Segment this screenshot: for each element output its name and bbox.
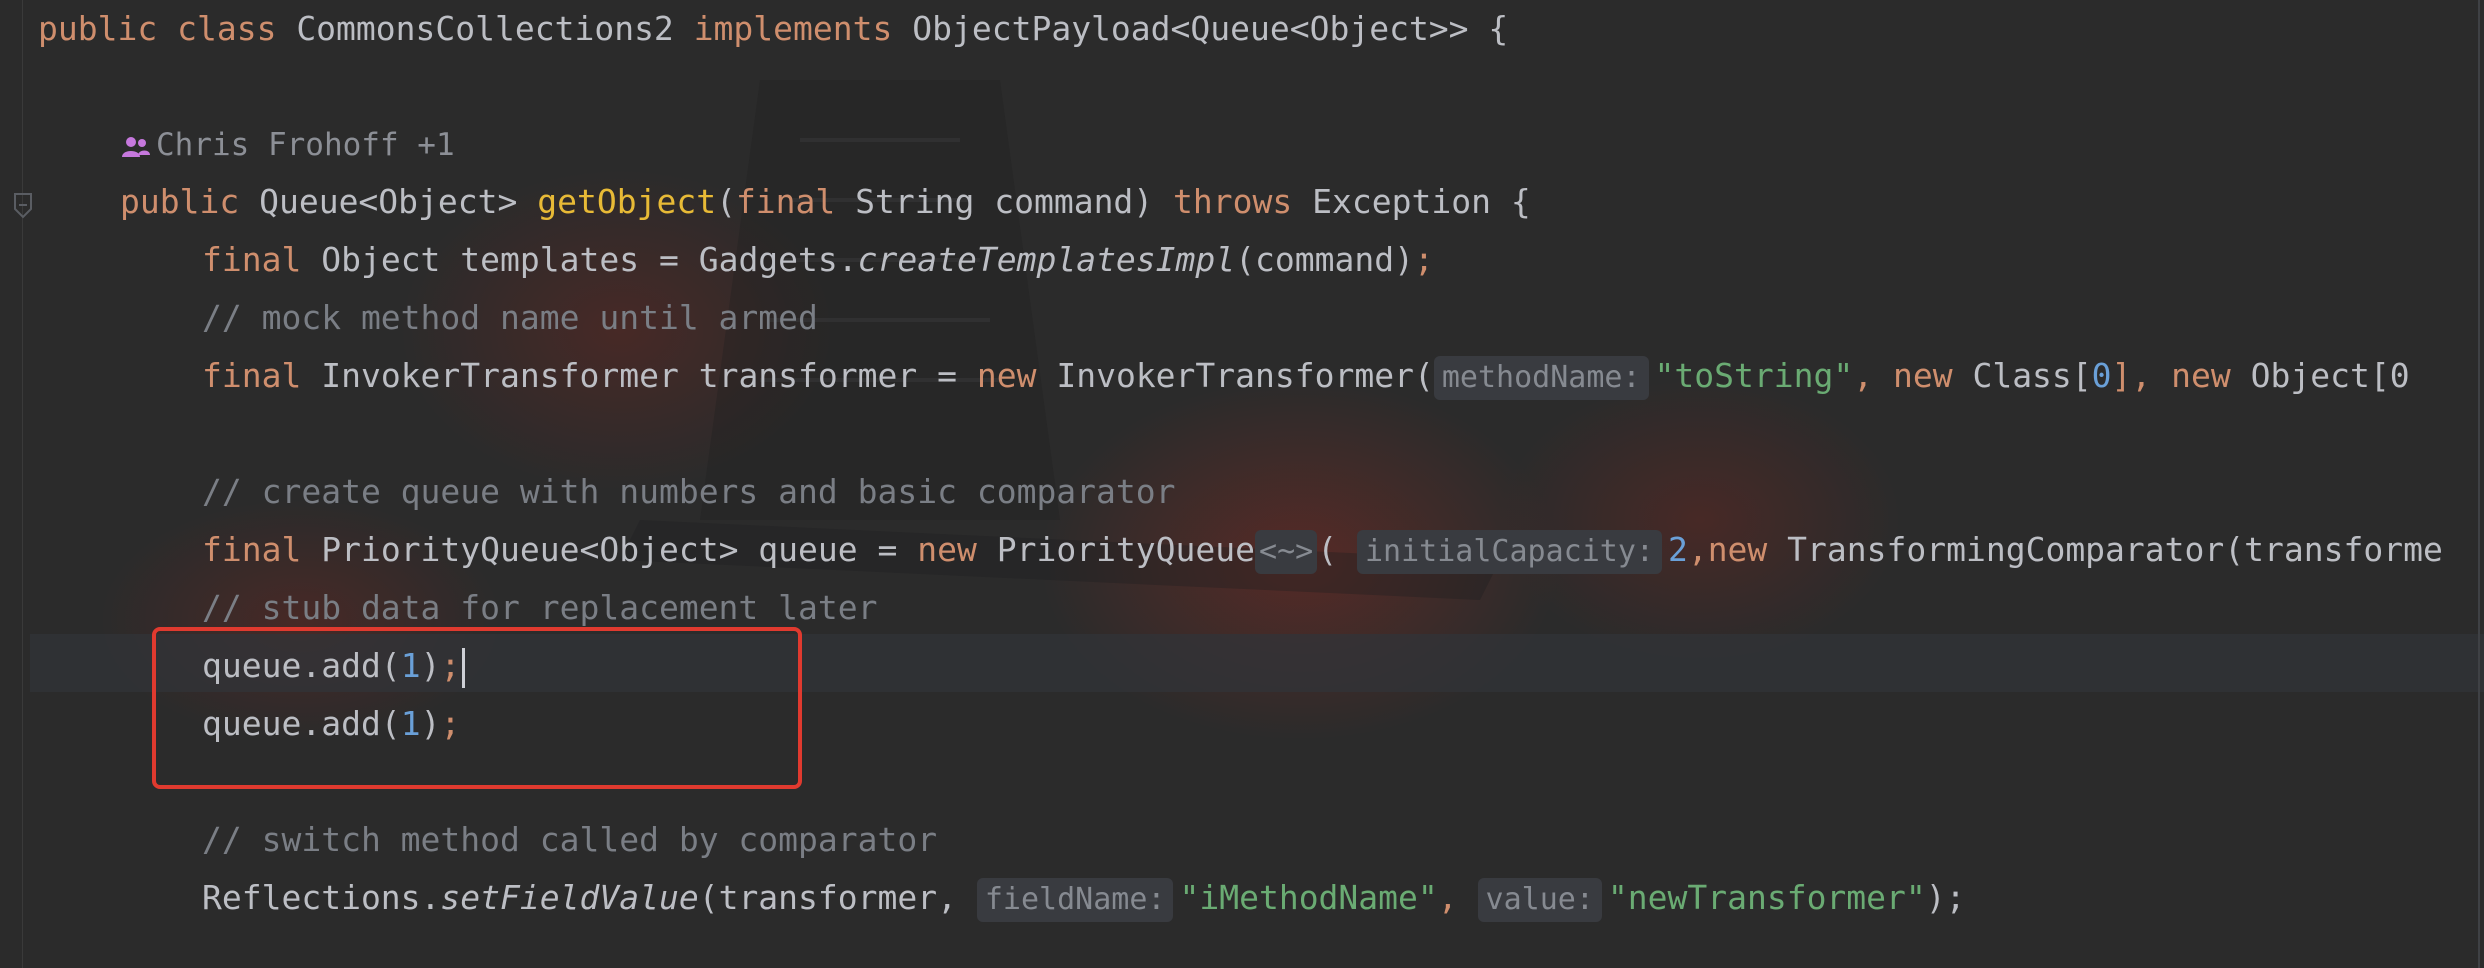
users-icon <box>122 136 150 157</box>
exception-type: Exception { <box>1312 182 1531 221</box>
code-line-method-signature[interactable]: public Queue<Object> getObject(final Str… <box>120 173 1531 231</box>
scrollbar-edge[interactable] <box>2478 0 2480 968</box>
keyword: public <box>38 9 158 48</box>
gutter <box>0 0 30 968</box>
number-literal: 2 <box>1667 530 1688 569</box>
separator: , <box>1437 878 1478 917</box>
code-line-transformer[interactable]: final InvokerTransformer transformer = n… <box>202 347 2410 405</box>
keyword: final <box>202 530 302 569</box>
separator: , <box>1687 530 1708 569</box>
declaration: InvokerTransformer transformer = <box>321 356 977 395</box>
class-name: CommonsCollections2 <box>296 9 674 48</box>
method-name: getObject <box>537 182 717 221</box>
class-ref: Reflections. <box>202 878 441 917</box>
arguments: (transformer, <box>698 878 977 917</box>
keyword: final <box>735 182 836 221</box>
separator: ], <box>2111 356 2172 395</box>
separator: , <box>1853 356 1893 395</box>
class-ref: Object[0 <box>2250 356 2410 395</box>
string-literal: "iMethodName" <box>1179 878 1438 917</box>
static-call: setFieldValue <box>440 878 699 917</box>
keyword: implements <box>693 9 893 48</box>
keyword: public <box>120 182 240 221</box>
code-line-reflection[interactable]: Reflections.setFieldValue(transformer, f… <box>202 869 1966 927</box>
code-editor[interactable]: public class CommonsCollections2 impleme… <box>0 0 2484 968</box>
keyword: final <box>202 356 302 395</box>
declaration: PriorityQueue<Object> queue = <box>321 530 918 569</box>
return-type: Queue<Object> <box>259 182 518 221</box>
parameter-hint: value: <box>1477 877 1602 922</box>
code-author-hint[interactable]: Chris Frohoff +1 <box>120 116 455 174</box>
declaration: Object templates = Gadgets. <box>321 240 858 279</box>
author-names: Chris Frohoff +1 <box>156 127 455 163</box>
class-ref: Class[ <box>1972 356 2092 395</box>
code-line-templates[interactable]: final Object templates = Gadgets.createT… <box>202 231 1434 289</box>
paren: ( <box>1317 530 1338 569</box>
number-literal: 0 <box>2091 356 2112 395</box>
parameter-hint: methodName: <box>1433 355 1649 400</box>
annotation-highlight-box <box>152 627 802 789</box>
keyword: new <box>2171 356 2231 395</box>
code-comment[interactable]: // create queue with numbers and basic c… <box>202 463 1176 521</box>
semicolon: ; <box>1413 240 1434 279</box>
code-comment[interactable]: // mock method name until armed <box>202 289 818 347</box>
keyword: throws <box>1173 182 1293 221</box>
string-literal: "toString" <box>1654 356 1854 395</box>
keyword: class <box>177 9 277 48</box>
keyword: new <box>1707 530 1768 569</box>
constructor: PriorityQueue <box>996 530 1256 569</box>
keyword: new <box>917 530 977 569</box>
diamond-fold[interactable]: <~> <box>1255 529 1318 574</box>
parameter-hint: initialCapacity: <box>1356 529 1662 574</box>
constructor: InvokerTransformer( <box>1056 356 1434 395</box>
code-comment[interactable]: // switch method called by comparator <box>202 811 937 869</box>
code-line-queue[interactable]: final PriorityQueue<Object> queue = new … <box>202 521 2443 579</box>
keyword: final <box>202 240 302 279</box>
string-literal: "newTransformer" <box>1607 878 1926 917</box>
paren: ( <box>716 182 736 221</box>
paren: ); <box>1925 878 1966 917</box>
interface-name: ObjectPayload<Queue<Object>> { <box>912 9 1509 48</box>
constructor: TransformingComparator(transforme <box>1787 530 2443 569</box>
parameter-hint: fieldName: <box>976 877 1174 922</box>
fold-icon[interactable] <box>12 191 34 221</box>
keyword: new <box>1892 356 1953 395</box>
arguments: (command) <box>1235 240 1414 279</box>
keyword: new <box>976 356 1037 395</box>
static-call: createTemplatesImpl <box>857 240 1236 279</box>
parameters: String command) <box>855 182 1154 221</box>
gutter-separator <box>22 0 23 968</box>
code-line-class-declaration[interactable]: public class CommonsCollections2 impleme… <box>38 0 1508 58</box>
